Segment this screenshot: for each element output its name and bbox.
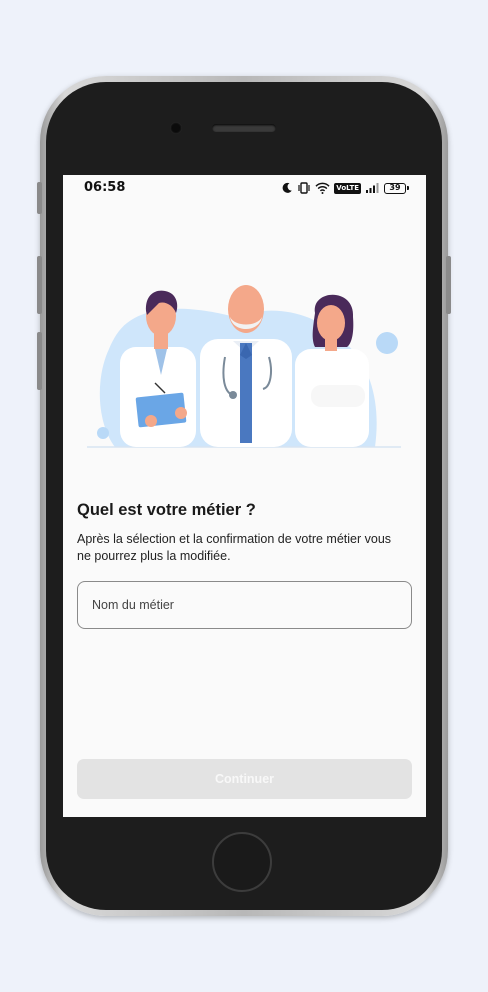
volume-up-button (37, 256, 42, 314)
vibrate-icon (298, 182, 310, 194)
page-description: Après la sélection et la confirmation de… (77, 532, 392, 563)
signal-icon (366, 183, 379, 193)
battery-icon: 39 (384, 182, 409, 194)
volte-icon: VoLTE (334, 182, 361, 194)
front-camera (170, 122, 182, 134)
volume-down-button (37, 332, 42, 390)
status-icons: VoLTE 39 (281, 181, 409, 195)
mute-switch (37, 182, 42, 214)
earpiece-speaker (212, 124, 276, 132)
wifi-icon (315, 182, 330, 194)
page-title: Quel est votre métier ? (77, 501, 256, 519)
power-button (446, 256, 451, 314)
doctors-illustration (87, 285, 401, 448)
status-time: 06:58 (84, 180, 126, 195)
job-name-input[interactable] (77, 581, 412, 629)
home-button[interactable] (212, 832, 272, 892)
app-screen: 06:58 VoLTE 39 Quel est votre métier ? A… (63, 175, 426, 817)
status-bar: 06:58 VoLTE 39 (63, 175, 426, 203)
doctor-middle-figure (200, 285, 292, 447)
continue-button[interactable]: Continuer (77, 759, 412, 799)
moon-icon (282, 182, 293, 193)
